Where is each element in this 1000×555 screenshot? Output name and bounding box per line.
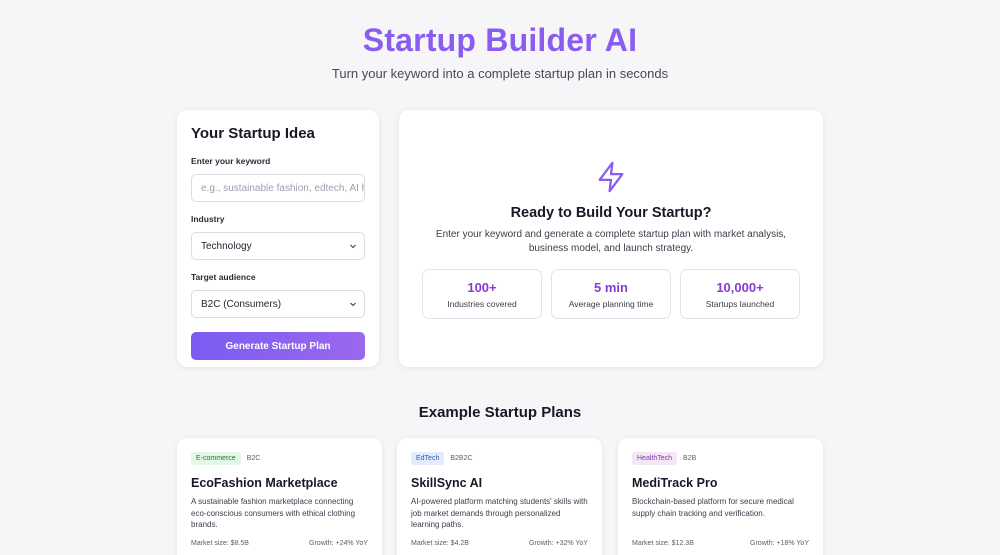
industry-select[interactable]: Technology <box>191 232 365 260</box>
industry-label: Industry <box>191 214 225 224</box>
plan-description: A sustainable fashion marketplace connec… <box>191 497 356 529</box>
example-plan-card[interactable]: HealthTech B2B MediTrack Pro Blockchain-… <box>618 438 823 555</box>
plan-description: AI-powered platform matching students' s… <box>411 497 588 529</box>
page-subtitle: Turn your keyword into a complete startu… <box>331 66 669 81</box>
stat-label: Startups launched <box>705 299 775 309</box>
stat-planning-time: 5 min Average planning time <box>551 269 671 319</box>
form-title: Your Startup Idea <box>191 125 315 142</box>
stat-label: Industries covered <box>447 299 517 309</box>
chevron-down-icon <box>350 244 356 249</box>
market-size: Market size: $4.2B <box>411 540 469 547</box>
market-size: Market size: $12.3B <box>632 540 694 547</box>
examples-title: Example Startup Plans <box>418 404 582 421</box>
ready-panel: Ready to Build Your Startup? Enter your … <box>399 110 823 367</box>
audience-select-value: B2C (Consumers) <box>201 298 282 310</box>
audience-tag: B2B <box>683 455 697 462</box>
growth-rate: Growth: +18% YoY <box>750 540 809 547</box>
chevron-down-icon <box>350 302 356 307</box>
ready-description: Enter your keyword and generate a comple… <box>435 229 787 254</box>
generate-plan-button[interactable]: Generate Startup Plan <box>191 332 365 360</box>
example-plan-card[interactable]: EdTech B2B2C SkillSync AI AI-powered pla… <box>397 438 602 555</box>
keyword-input[interactable]: e.g., sustainable fashion, edtech, AI h <box>191 174 365 202</box>
stat-label: Average planning time <box>568 299 654 309</box>
category-tag: EdTech <box>411 452 445 465</box>
keyword-label: Enter your keyword <box>191 156 271 166</box>
market-size: Market size: $8.5B <box>191 540 249 547</box>
page-title: Startup Builder AI <box>362 22 638 58</box>
plan-name: MediTrack Pro <box>632 476 718 490</box>
lightning-bolt-icon <box>598 161 624 193</box>
startup-idea-form: Your Startup Idea Enter your keyword e.g… <box>177 110 379 367</box>
audience-tag: B2C <box>246 455 261 462</box>
growth-rate: Growth: +32% YoY <box>529 540 588 547</box>
plan-name: SkillSync AI <box>411 476 483 490</box>
stat-industries: 100+ Industries covered <box>422 269 542 319</box>
stat-value: 10,000+ <box>716 280 764 295</box>
stat-value: 5 min <box>594 280 628 295</box>
example-plan-card[interactable]: E-commerce B2C EcoFashion Marketplace A … <box>177 438 382 555</box>
plan-description: Blockchain-based platform for secure med… <box>632 497 794 518</box>
industry-select-value: Technology <box>201 240 252 252</box>
plan-name: EcoFashion Marketplace <box>191 476 338 490</box>
audience-tag: B2B2C <box>450 455 473 462</box>
growth-rate: Growth: +24% YoY <box>309 540 368 547</box>
stat-startups: 10,000+ Startups launched <box>680 269 800 319</box>
ready-title: Ready to Build Your Startup? <box>510 205 712 221</box>
audience-label: Target audience <box>191 272 256 282</box>
category-tag: E-commerce <box>191 452 241 465</box>
stat-value: 100+ <box>467 280 497 295</box>
category-tag: HealthTech <box>632 452 678 465</box>
audience-select[interactable]: B2C (Consumers) <box>191 290 365 318</box>
